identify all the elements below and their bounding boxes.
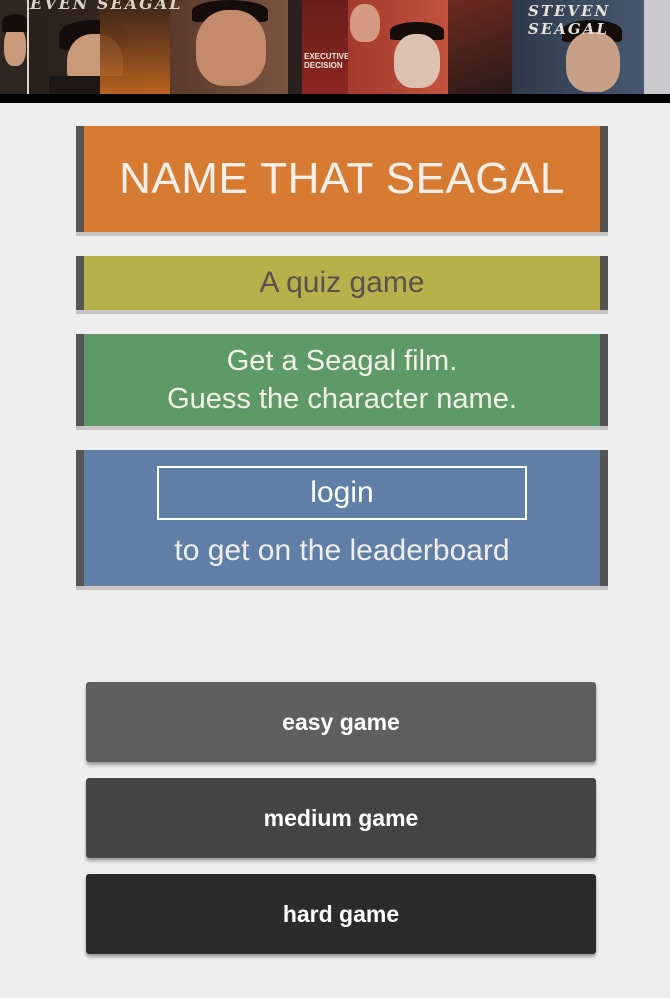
- poster-image: EXECUTIVE DECISION: [302, 0, 350, 94]
- header-banner: EXECUTIVE DECISION EVEN SEAGAL STEVEN SE…: [0, 0, 670, 94]
- title-card: NAME THAT SEAGAL: [76, 126, 608, 232]
- banner-divider: [0, 94, 670, 103]
- login-button[interactable]: login: [157, 466, 527, 520]
- subtitle-card: A quiz game: [76, 256, 608, 310]
- login-card: login to get on the leaderboard: [76, 450, 608, 586]
- poster-image: [170, 0, 288, 94]
- page-title: NAME THAT SEAGAL: [119, 154, 565, 203]
- poster-image: [0, 0, 28, 94]
- banner-text-left: EVEN SEAGAL: [30, 0, 183, 13]
- leaderboard-note: to get on the leaderboard: [174, 534, 510, 567]
- description-line-2: Guess the character name.: [167, 383, 517, 415]
- poster-image: [100, 0, 170, 94]
- description-card: Get a Seagal film. Guess the character n…: [76, 334, 608, 426]
- description-line-1: Get a Seagal film.: [226, 345, 458, 377]
- poster-image: [288, 0, 302, 94]
- medium-game-button[interactable]: medium game: [86, 778, 596, 858]
- hard-game-button[interactable]: hard game: [86, 874, 596, 954]
- poster-image: [448, 0, 512, 94]
- subtitle-text: A quiz game: [259, 266, 425, 299]
- poster-image: [348, 0, 448, 94]
- poster-caption: EXECUTIVE DECISION: [304, 52, 350, 70]
- banner-text-right: STEVEN SEAGAL: [528, 2, 611, 38]
- easy-game-button[interactable]: easy game: [86, 682, 596, 762]
